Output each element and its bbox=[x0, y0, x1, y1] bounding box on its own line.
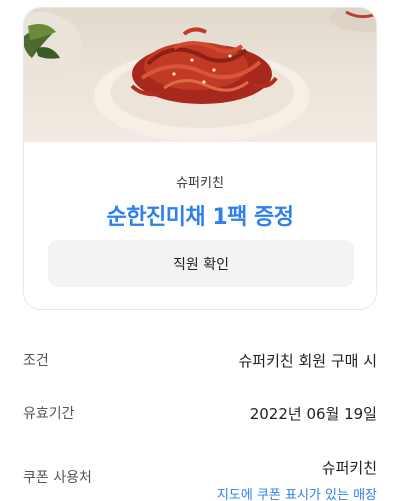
usage-place-value: 슈퍼키친 bbox=[321, 459, 377, 477]
condition-label: 조건 bbox=[23, 353, 49, 369]
food-photo bbox=[24, 8, 376, 142]
usage-place-values: 슈퍼키친 지도에 쿠폰 표시가 있는 매장 bbox=[217, 457, 377, 501]
validity-label: 유효기간 bbox=[23, 406, 75, 422]
coupon-title: 순한진미채 1팩 증정 bbox=[106, 205, 294, 230]
coupon-card: 슈퍼키친 순한진미채 1팩 증정 직원 확인 bbox=[23, 7, 377, 310]
condition-value: 슈퍼키친 회원 구매 시 bbox=[238, 352, 377, 370]
coupon-page: 슈퍼키친 순한진미채 1팩 증정 직원 확인 조건 슈퍼키친 회원 구매 시 유… bbox=[0, 0, 400, 501]
staff-confirm-button[interactable]: 직원 확인 bbox=[48, 240, 354, 287]
usage-place-row: 쿠폰 사용처 슈퍼키친 지도에 쿠폰 표시가 있는 매장 bbox=[23, 457, 377, 501]
condition-row: 조건 슈퍼키친 회원 구매 시 bbox=[23, 350, 377, 371]
usage-place-label: 쿠폰 사용처 bbox=[23, 470, 92, 486]
validity-row: 유효기간 2022년 06월 19일 bbox=[23, 403, 377, 424]
validity-value: 2022년 06월 19일 bbox=[249, 405, 377, 423]
coupon-brand: 슈퍼키친 bbox=[176, 176, 224, 191]
map-store-link[interactable]: 지도에 쿠폰 표시가 있는 매장 bbox=[217, 484, 377, 501]
